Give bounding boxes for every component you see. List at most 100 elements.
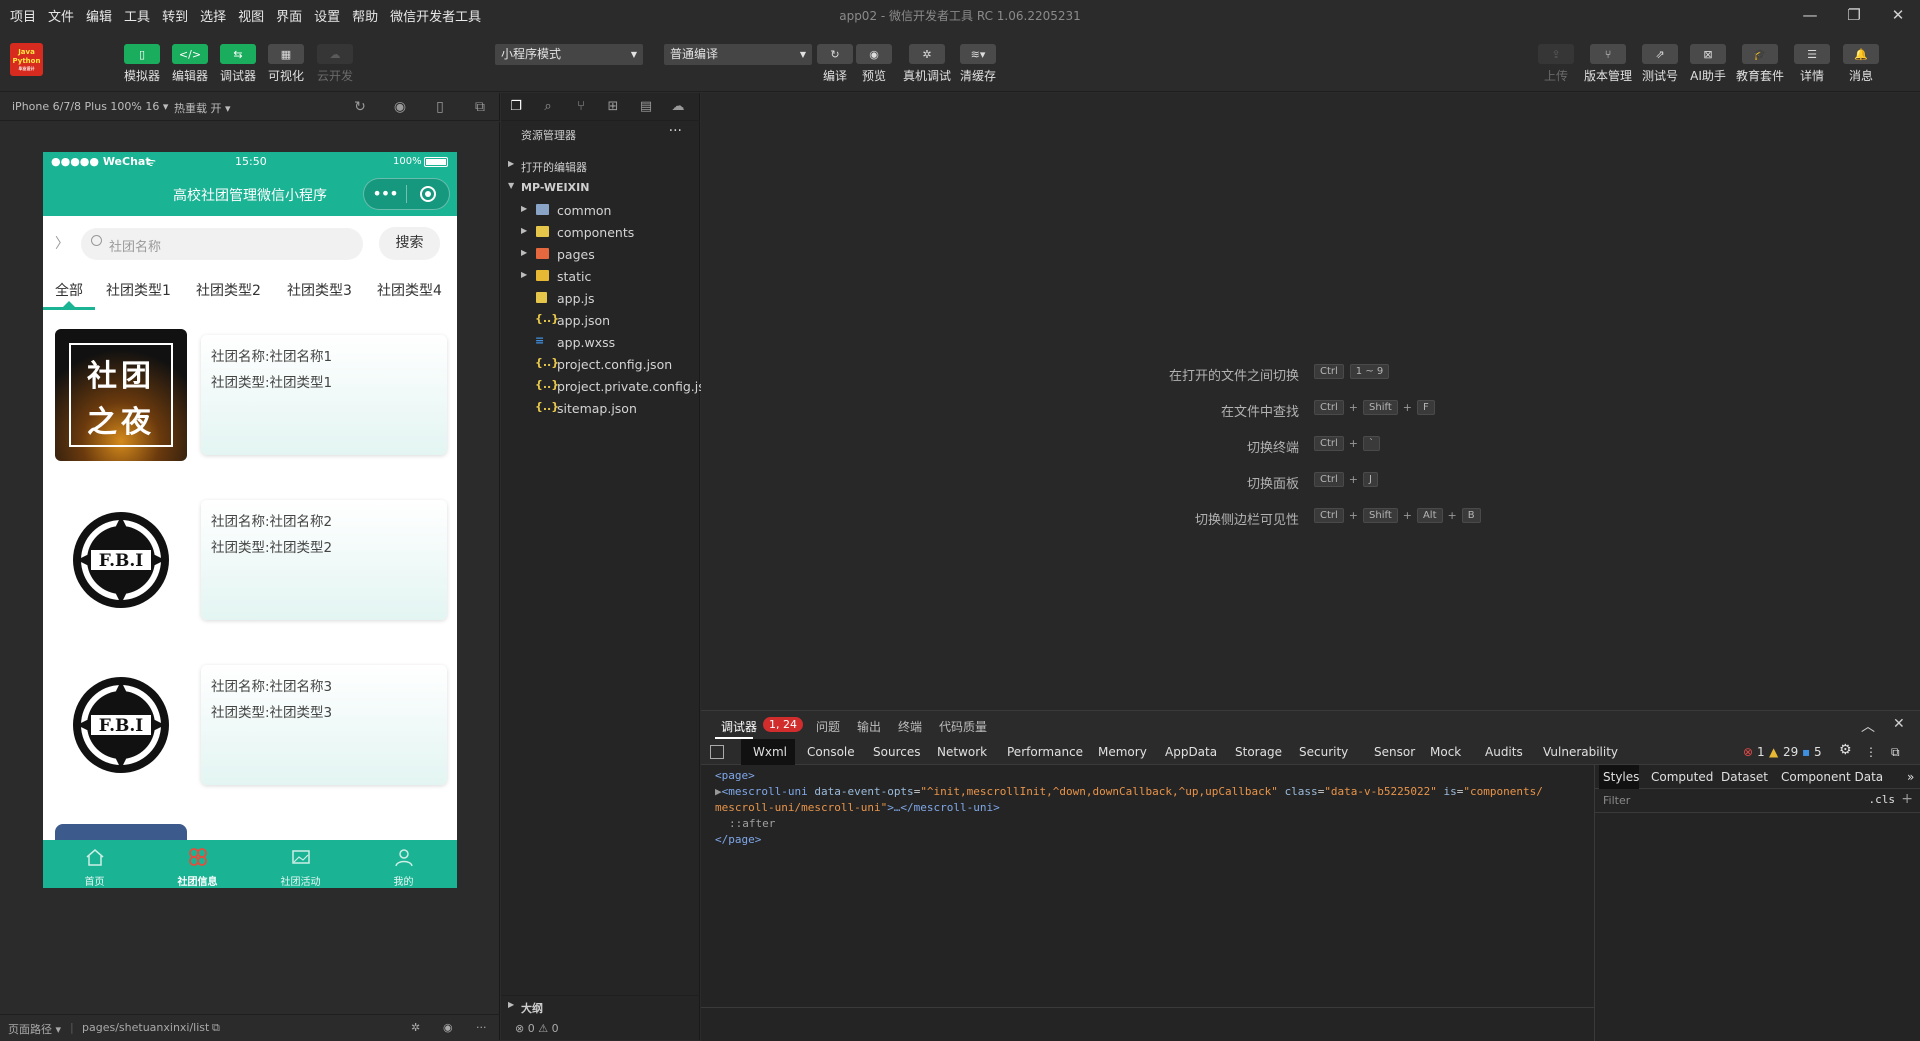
tabbar-club-activity[interactable]: 社团活动 bbox=[249, 840, 352, 888]
tab-network[interactable]: Network bbox=[937, 745, 987, 759]
menu-view[interactable]: 视图 bbox=[232, 6, 270, 25]
dom-page-open[interactable]: <page> bbox=[715, 769, 755, 782]
rotate-icon[interactable]: ↻ bbox=[351, 98, 369, 116]
dock-icon[interactable]: ⧉ bbox=[1891, 745, 1900, 760]
tab-vulnerability[interactable]: Vulnerability bbox=[1543, 745, 1618, 759]
bug-icon[interactable]: ✲ bbox=[411, 1021, 420, 1034]
info-count[interactable]: 5 bbox=[1814, 745, 1822, 759]
tab-component-data[interactable]: Component Data bbox=[1781, 770, 1883, 784]
error-count[interactable]: 1 bbox=[1757, 745, 1765, 759]
tabbar-club-info[interactable]: 社团信息 bbox=[146, 840, 249, 888]
more-icon[interactable]: ··· bbox=[476, 1021, 487, 1034]
clear-cache-button[interactable]: ≋▾ 清缓存 bbox=[958, 44, 998, 84]
debugger-button[interactable]: ⇆ 调试器 bbox=[218, 44, 258, 84]
simulator-button[interactable]: ▯ 模拟器 bbox=[122, 44, 162, 84]
hot-reload-select[interactable]: 热重载 开 ▾ bbox=[174, 100, 231, 116]
club-card[interactable]: 社团 之夜 社团名称:社团名称1 社团类型:社团类型1 bbox=[43, 329, 457, 461]
club-card[interactable]: F.B.I 社团名称:社团名称2 社团类型:社团类型2 bbox=[43, 494, 457, 626]
tab-console[interactable]: Console bbox=[807, 745, 855, 759]
warning-count[interactable]: 29 bbox=[1783, 745, 1798, 759]
tab-audits[interactable]: Audits bbox=[1485, 745, 1523, 759]
page-path-toggle[interactable]: 页面路径 ▾ bbox=[8, 1021, 61, 1037]
device-select[interactable]: iPhone 6/7/8 Plus 100% 16 ▾ bbox=[12, 100, 168, 113]
preview-button[interactable]: ◉ 预览 bbox=[854, 44, 894, 84]
version-button[interactable]: ⑂ 版本管理 bbox=[1584, 44, 1632, 84]
tree-item-common[interactable]: ▶ common bbox=[501, 199, 700, 221]
tab-sensor[interactable]: Sensor bbox=[1374, 745, 1415, 759]
storage-icon[interactable]: ▤ bbox=[637, 98, 655, 116]
upload-button[interactable]: ⇪ 上传 bbox=[1536, 44, 1576, 84]
details-button[interactable]: ☰ 详情 bbox=[1792, 44, 1832, 84]
kebab-menu-icon[interactable]: ⋮ bbox=[1865, 745, 1877, 759]
visual-button[interactable]: ▦ 可视化 bbox=[266, 44, 306, 84]
tab-type-2[interactable]: 社团类型2 bbox=[196, 280, 261, 300]
eye-icon[interactable]: ◉ bbox=[443, 1021, 453, 1034]
dom-page-close[interactable]: </page> bbox=[715, 833, 761, 846]
ai-assistant-button[interactable]: ⊠ AI助手 bbox=[1688, 44, 1728, 84]
menu-project[interactable]: 项目 bbox=[4, 6, 42, 25]
dom-pseudo-after[interactable]: ::after bbox=[729, 817, 775, 830]
tree-item-components[interactable]: ▶ components bbox=[501, 221, 700, 243]
files-icon[interactable]: ❐ bbox=[507, 98, 525, 116]
restore-icon[interactable]: ❐ bbox=[1832, 0, 1876, 30]
tab-appdata[interactable]: AppData bbox=[1165, 745, 1217, 759]
chevron-up-icon[interactable]: ︿ bbox=[1861, 716, 1875, 736]
tab-wxml[interactable]: Wxml bbox=[753, 745, 787, 759]
tab-sources[interactable]: Sources bbox=[873, 745, 920, 759]
club-card[interactable]: F.B.I 社团名称:社团名称3 社团类型:社团类型3 bbox=[43, 659, 457, 791]
filter-input[interactable]: Filter bbox=[1603, 794, 1630, 807]
tab-styles[interactable]: Styles bbox=[1603, 770, 1639, 784]
tab-storage[interactable]: Storage bbox=[1235, 745, 1282, 759]
search-button[interactable]: 搜索 bbox=[379, 227, 440, 260]
tab-type-4[interactable]: 社团类型4 bbox=[377, 280, 442, 300]
more-icon[interactable]: ··· bbox=[669, 123, 682, 139]
open-editors-section[interactable]: ▶ 打开的编辑器 bbox=[501, 155, 700, 177]
tree-item-app-wxss[interactable]: ≡ app.wxss bbox=[501, 331, 700, 353]
close-icon[interactable]: ✕ bbox=[1893, 716, 1905, 732]
record-icon[interactable]: ◉ bbox=[391, 98, 409, 116]
search-icon[interactable]: ⌕ bbox=[539, 98, 557, 116]
tab-output[interactable]: 输出 bbox=[857, 718, 881, 735]
remote-debug-button[interactable]: ✲ 真机调试 bbox=[903, 44, 951, 84]
tab-memory[interactable]: Memory bbox=[1098, 745, 1147, 759]
dom-mescroll-node[interactable]: ▶<mescroll-uni data-event-opts="^init,me… bbox=[715, 785, 1543, 798]
popout-icon[interactable]: ⧉ bbox=[471, 98, 489, 116]
mode-select[interactable]: 小程序模式 ▼ bbox=[495, 44, 643, 65]
tree-item-pages[interactable]: ▶ pages bbox=[501, 243, 700, 265]
menu-wechat-devtools[interactable]: 微信开发者工具 bbox=[384, 6, 487, 25]
problems-status[interactable]: ⊗ 0 ⚠ 0 bbox=[501, 1017, 700, 1040]
phone-outline-icon[interactable]: ▯ bbox=[431, 98, 449, 116]
tree-item-sitemap[interactable]: {..} sitemap.json bbox=[501, 397, 700, 419]
tree-item-project-config[interactable]: {..} project.config.json bbox=[501, 353, 700, 375]
tab-code-quality[interactable]: 代码质量 bbox=[939, 718, 987, 735]
education-button[interactable]: 🎓 教育套件 bbox=[1736, 44, 1784, 84]
tabbar-mine[interactable]: 我的 bbox=[352, 840, 455, 888]
tab-computed[interactable]: Computed bbox=[1651, 770, 1713, 784]
tab-all[interactable]: 全部 bbox=[55, 280, 83, 300]
tab-type-3[interactable]: 社团类型3 bbox=[287, 280, 352, 300]
test-account-button[interactable]: ⇗ 测试号 bbox=[1640, 44, 1680, 84]
close-icon[interactable]: ✕ bbox=[1876, 0, 1920, 30]
tree-item-app-js[interactable]: app.js bbox=[501, 287, 700, 309]
more-dots-icon[interactable]: ••• bbox=[364, 179, 406, 209]
messages-button[interactable]: 🔔 消息 bbox=[1841, 44, 1881, 84]
tab-terminal[interactable]: 终端 bbox=[898, 718, 922, 735]
extensions-icon[interactable]: ⊞ bbox=[604, 98, 622, 116]
search-input[interactable]: 社团名称 bbox=[81, 228, 363, 260]
menu-help[interactable]: 帮助 bbox=[346, 6, 384, 25]
menu-file[interactable]: 文件 bbox=[42, 6, 80, 25]
tab-dataset[interactable]: Dataset bbox=[1721, 770, 1768, 784]
gear-icon[interactable]: ⚙ bbox=[1839, 742, 1852, 758]
source-control-icon[interactable]: ⑂ bbox=[572, 98, 590, 116]
tab-security[interactable]: Security bbox=[1299, 745, 1348, 759]
menu-tools[interactable]: 工具 bbox=[118, 6, 156, 25]
add-rule-icon[interactable]: + bbox=[1901, 791, 1913, 807]
menu-settings[interactable]: 设置 bbox=[308, 6, 346, 25]
editor-button[interactable]: </> 编辑器 bbox=[170, 44, 210, 84]
tab-debugger[interactable]: 调试器 bbox=[721, 718, 757, 735]
tab-type-1[interactable]: 社团类型1 bbox=[106, 280, 171, 300]
menu-edit[interactable]: 编辑 bbox=[80, 6, 118, 25]
workspace-section[interactable]: ▼ MP-WEIXIN bbox=[501, 177, 700, 199]
tree-item-static[interactable]: ▶ static bbox=[501, 265, 700, 287]
menu-select[interactable]: 选择 bbox=[194, 6, 232, 25]
